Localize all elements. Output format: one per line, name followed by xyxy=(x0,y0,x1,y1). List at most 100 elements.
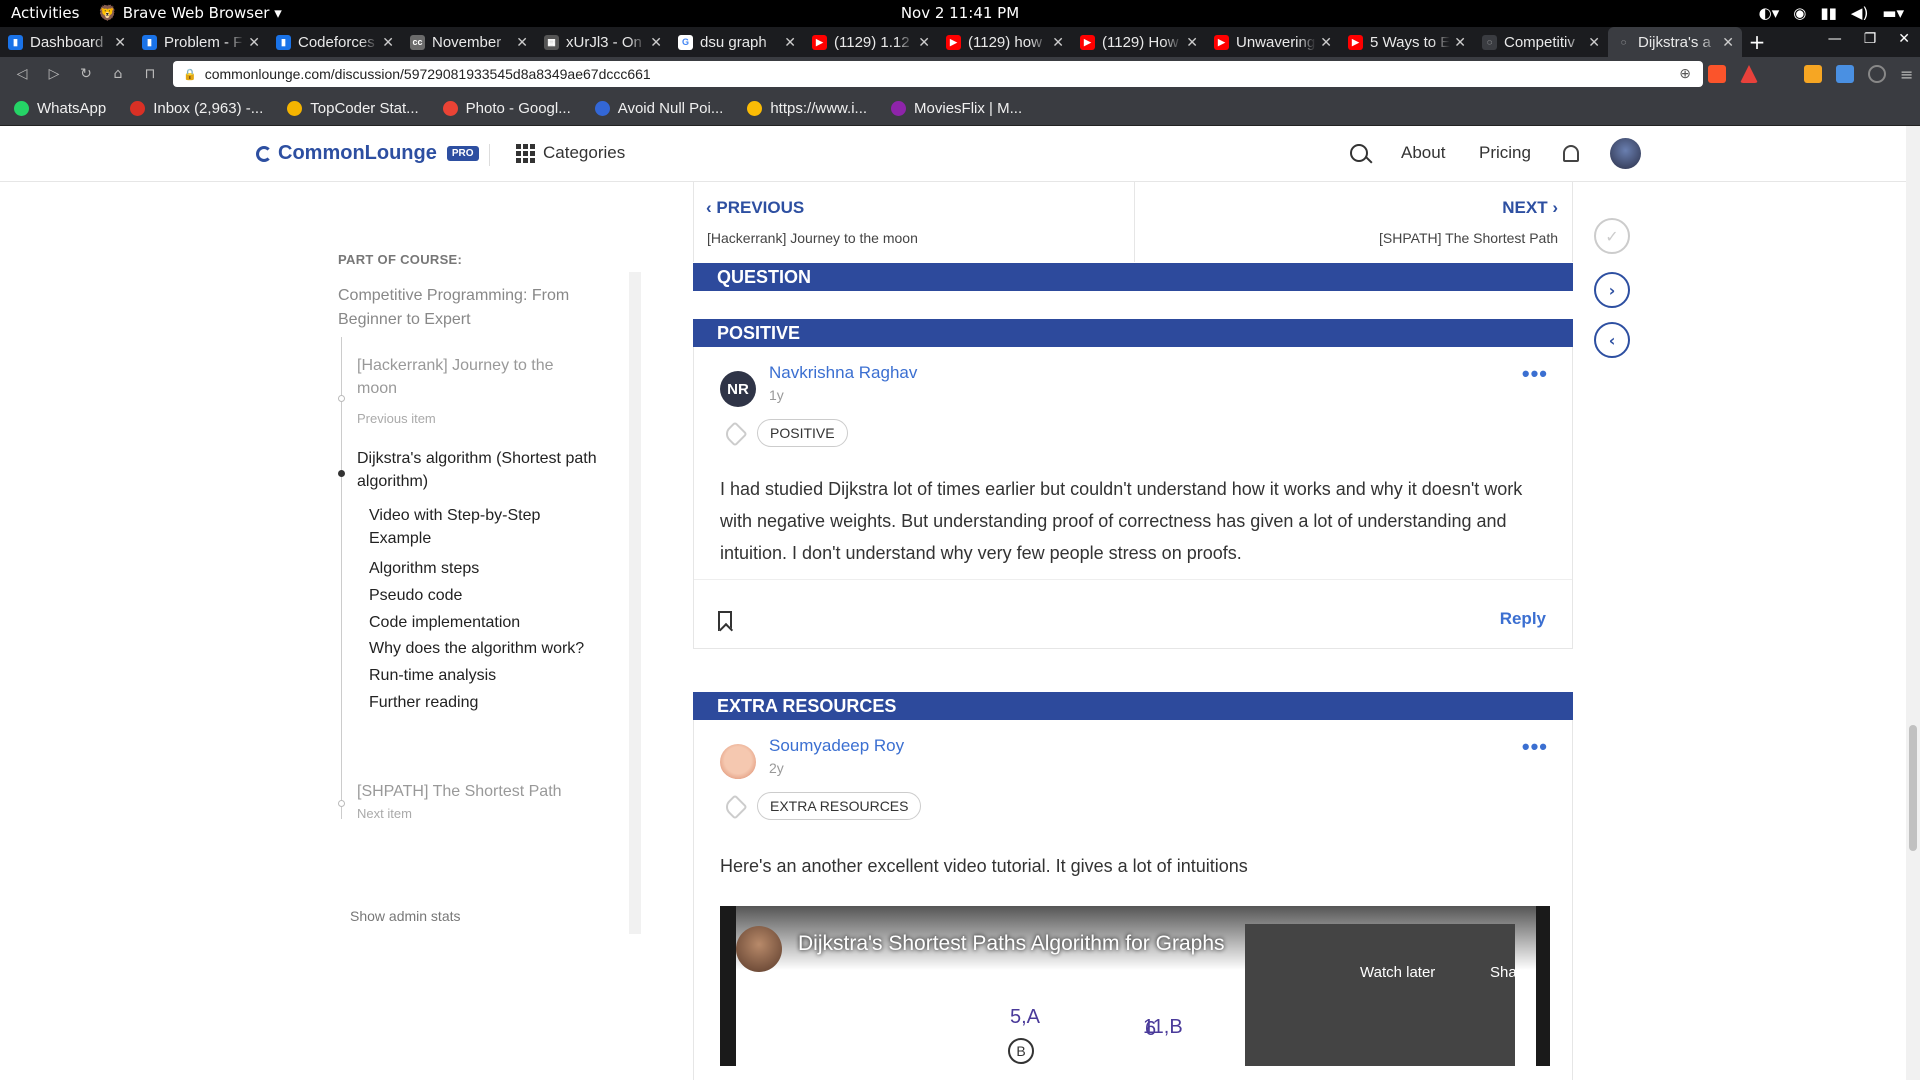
reload-icon[interactable]: ↻ xyxy=(70,66,102,82)
tab-close-icon[interactable]: ✕ xyxy=(382,34,394,51)
bookmark-item[interactable]: Inbox (2,963) -... xyxy=(130,100,263,117)
bookmark-item[interactable]: Avoid Null Poi... xyxy=(594,100,723,117)
watch-later-button[interactable]: Watch later xyxy=(1360,964,1435,981)
tab-close-icon[interactable]: ✕ xyxy=(114,34,126,51)
browser-tab[interactable]: ▦ xUrJl3 - On ✕ xyxy=(536,27,670,57)
tab-close-icon[interactable]: ✕ xyxy=(1052,34,1064,51)
zoom-icon[interactable]: ⊕ xyxy=(1679,65,1691,82)
sidebar-section-link[interactable]: Further reading xyxy=(369,691,599,714)
lock-icon[interactable]: 🔒 xyxy=(183,68,197,81)
previous-link[interactable]: ‹ PREVIOUS xyxy=(706,198,804,218)
accessibility-icon[interactable]: ◐▾ xyxy=(1759,4,1780,22)
tab-close-icon[interactable]: ✕ xyxy=(1454,34,1466,51)
browser-tab[interactable]: Gdsu graph ✕ xyxy=(670,27,804,57)
tag-chip[interactable]: POSITIVE xyxy=(757,419,848,447)
previous-title[interactable]: [Hackerrank] Journey to the moon xyxy=(707,230,918,246)
volume-icon[interactable]: ◀) xyxy=(1851,4,1868,22)
pricing-link[interactable]: Pricing xyxy=(1479,143,1531,163)
tab-close-icon[interactable]: ✕ xyxy=(918,34,930,51)
restore-icon[interactable]: ❐ xyxy=(1864,31,1877,47)
bookmark-item[interactable]: Photo - Googl... xyxy=(442,100,571,117)
sidebar-next-item[interactable]: [SHPATH] The Shortest Path xyxy=(357,780,607,803)
bookmark-item[interactable]: TopCoder Stat... xyxy=(287,100,419,117)
scrollbar-thumb[interactable] xyxy=(1909,725,1917,851)
tab-close-icon[interactable]: ✕ xyxy=(248,34,260,51)
more-options-icon[interactable]: ••• xyxy=(1522,734,1548,760)
video-embed[interactable]: Dijkstra's Shortest Paths Algorithm for … xyxy=(720,906,1550,1066)
commonlounge-logo[interactable]: CommonLounge PRO xyxy=(256,142,479,165)
next-arrow-icon[interactable]: › xyxy=(1594,272,1630,308)
next-title[interactable]: [SHPATH] The Shortest Path xyxy=(1379,230,1558,246)
tab-close-icon[interactable]: ✕ xyxy=(1588,34,1600,51)
show-admin-stats-link[interactable]: Show admin stats xyxy=(350,908,461,924)
pen-extension-icon[interactable] xyxy=(1836,65,1854,83)
profile-icon[interactable] xyxy=(1868,65,1886,83)
author-avatar[interactable]: NR xyxy=(720,371,756,407)
network-icon[interactable]: ▮▮ xyxy=(1820,4,1837,22)
reply-button[interactable]: Reply xyxy=(1500,609,1546,629)
system-tray[interactable]: ◐▾ ◉ ▮▮ ◀) ▬▾ xyxy=(1759,4,1904,22)
sidebar-prev-item[interactable]: [Hackerrank] Journey to the moon xyxy=(357,354,597,400)
author-avatar[interactable] xyxy=(720,744,756,780)
bookmark-icon[interactable] xyxy=(718,611,732,631)
sidebar-section-link[interactable]: Pseudo code xyxy=(369,584,599,607)
sidebar-current-item[interactable]: Dijkstra's algorithm (Shortest path algo… xyxy=(357,447,597,493)
close-window-icon[interactable]: ✕ xyxy=(1898,31,1910,47)
sidebar-section-link[interactable]: Video with Step-by-Step Example xyxy=(369,504,599,550)
extension-icon[interactable] xyxy=(1804,65,1822,83)
sidebar-section-link[interactable]: Run-time analysis xyxy=(369,664,599,687)
browser-tab[interactable]: ◌ Competitiv ✕ xyxy=(1474,27,1608,57)
share-button[interactable]: Share xyxy=(1490,964,1530,981)
home-icon[interactable]: ⌂ xyxy=(102,66,134,82)
author-name[interactable]: Soumyadeep Roy xyxy=(769,736,904,756)
browser-tab[interactable]: ▶ (1129) how ✕ xyxy=(938,27,1072,57)
tab-close-icon[interactable]: ✕ xyxy=(516,34,528,51)
page-scrollbar[interactable] xyxy=(1906,126,1920,1080)
clock[interactable]: Nov 2 11:41 PM xyxy=(0,4,1920,22)
bookmark-item[interactable]: WhatsApp xyxy=(14,100,106,117)
battery-icon[interactable]: ▬▾ xyxy=(1882,4,1904,22)
bookmark-item[interactable]: MoviesFlix | M... xyxy=(891,100,1022,117)
browser-tab[interactable]: ▶ (1129) How ✕ xyxy=(1072,27,1206,57)
video-title[interactable]: Dijkstra's Shortest Paths Algorithm for … xyxy=(798,932,1225,956)
browser-tab[interactable]: cc November ✕ xyxy=(402,27,536,57)
browser-tab[interactable]: ◌ Dijkstra's a ✕ xyxy=(1608,27,1742,57)
categories-button[interactable]: Categories xyxy=(516,143,625,163)
more-options-icon[interactable]: ••• xyxy=(1522,361,1548,387)
sidebar-scrollbar[interactable] xyxy=(629,272,641,934)
tab-close-icon[interactable]: ✕ xyxy=(1320,34,1332,51)
address-bar[interactable]: 🔒 commonlounge.com/discussion/5972908193… xyxy=(173,61,1703,87)
bookmark-page-icon[interactable]: ⊓ xyxy=(134,66,166,82)
author-name[interactable]: Navkrishna Raghav xyxy=(769,363,917,383)
bookmark-item[interactable]: https://www.i... xyxy=(747,100,867,117)
screen-share-icon[interactable]: ◉ xyxy=(1793,4,1806,22)
browser-tab[interactable]: ▮ Problem - F ✕ xyxy=(134,27,268,57)
new-tab-button[interactable]: + xyxy=(1742,27,1772,57)
brave-shields-icon[interactable] xyxy=(1708,65,1726,83)
browser-tab[interactable]: ▶ Unwavering ✕ xyxy=(1206,27,1340,57)
tab-close-icon[interactable]: ✕ xyxy=(784,34,796,51)
back-icon[interactable]: ◁ xyxy=(6,66,38,82)
mark-complete-icon[interactable]: ✓ xyxy=(1594,218,1630,254)
about-link[interactable]: About xyxy=(1401,143,1445,163)
previous-arrow-icon[interactable]: ‹ xyxy=(1594,322,1630,358)
browser-tab[interactable]: ▮ Codeforces ✕ xyxy=(268,27,402,57)
forward-icon[interactable]: ▷ xyxy=(38,66,70,82)
search-icon[interactable] xyxy=(1350,144,1368,162)
minimize-icon[interactable]: — xyxy=(1828,31,1842,47)
tab-close-icon[interactable]: ✕ xyxy=(1722,34,1734,51)
course-link[interactable]: Competitive Programming: From Beginner t… xyxy=(338,284,608,332)
brave-rewards-icon[interactable] xyxy=(1740,65,1758,83)
tag-chip[interactable]: EXTRA RESOURCES xyxy=(757,792,922,820)
bell-icon[interactable] xyxy=(1563,145,1579,162)
next-link[interactable]: NEXT › xyxy=(1502,198,1558,218)
sidebar-section-link[interactable]: Algorithm steps xyxy=(369,557,599,580)
menu-icon[interactable]: ≡ xyxy=(1900,65,1918,84)
sidebar-section-link[interactable]: Code implementation xyxy=(369,611,599,634)
tab-close-icon[interactable]: ✕ xyxy=(650,34,662,51)
browser-tab[interactable]: ▮ Dashboard ✕ xyxy=(0,27,134,57)
channel-avatar[interactable] xyxy=(736,926,782,972)
sidebar-section-link[interactable]: Why does the algorithm work? xyxy=(369,637,599,660)
browser-tab[interactable]: ▶ (1129) 1.12 ✕ xyxy=(804,27,938,57)
browser-tab[interactable]: ▶ 5 Ways to E ✕ xyxy=(1340,27,1474,57)
